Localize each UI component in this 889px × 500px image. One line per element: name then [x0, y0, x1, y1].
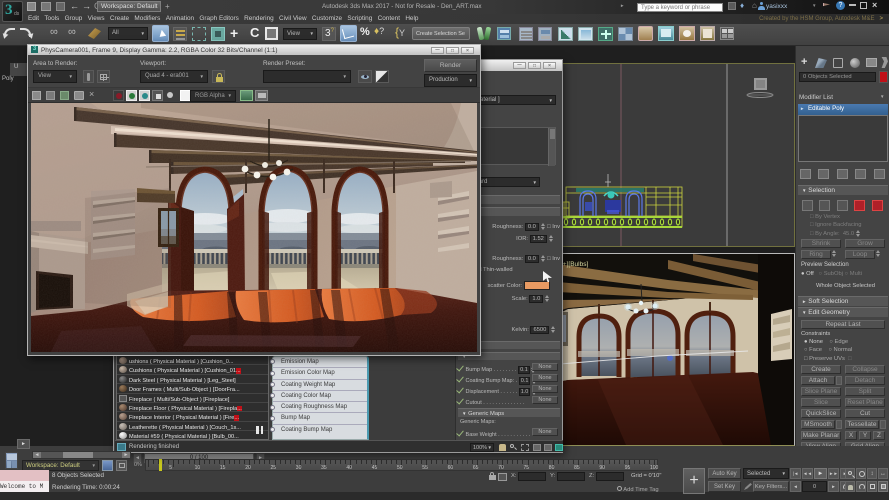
svg-text:[+][Bulbs]: [+][Bulbs]	[561, 261, 588, 268]
